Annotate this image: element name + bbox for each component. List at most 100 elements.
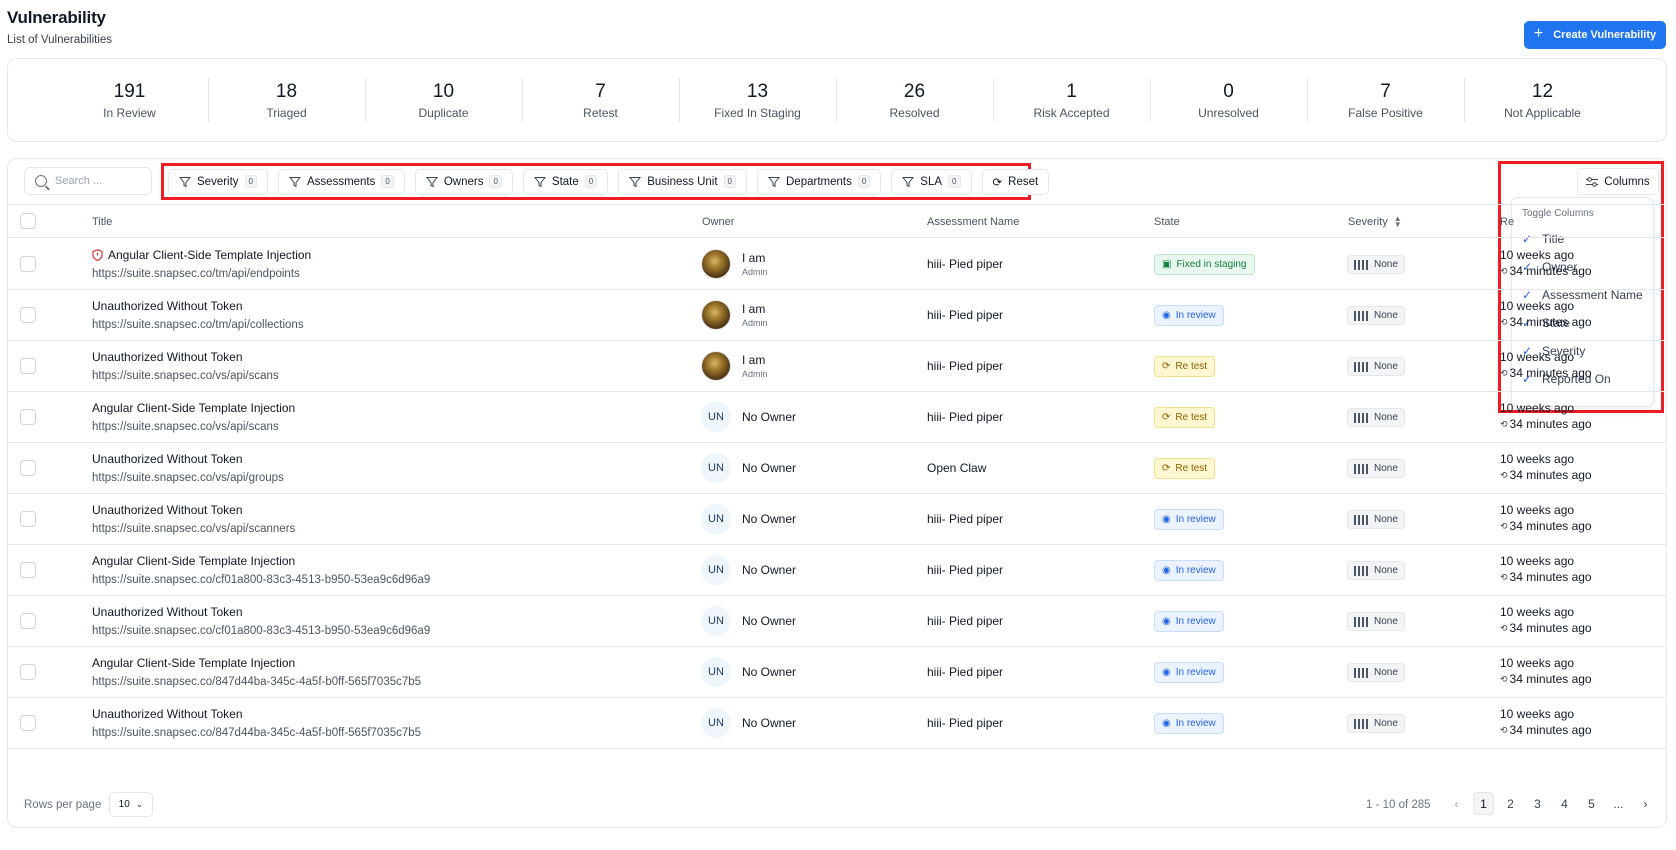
- row-checkbox[interactable]: [20, 664, 36, 680]
- refresh-icon: ⟲: [1500, 622, 1508, 633]
- owner-role: Admin: [742, 267, 768, 277]
- stat-label: Risk Accepted: [1033, 106, 1110, 120]
- filter-count-badge: 0: [381, 175, 394, 188]
- column-header-severity[interactable]: Severity ▲ ▼: [1348, 215, 1402, 229]
- vulnerability-title[interactable]: Unauthorized Without Token: [92, 452, 284, 466]
- vulnerability-title-text: Unauthorized Without Token: [92, 605, 243, 619]
- assessment-name[interactable]: hiii- Pied piper: [927, 359, 1003, 373]
- column-header-state[interactable]: State: [1154, 216, 1180, 228]
- column-header-assessment[interactable]: Assessment Name: [927, 216, 1019, 228]
- vulnerability-title[interactable]: Unauthorized Without Token: [92, 503, 295, 517]
- column-header-title[interactable]: Title: [92, 216, 112, 228]
- assessment-name[interactable]: hiii- Pied piper: [927, 665, 1003, 679]
- avatar-initials: UN: [701, 504, 731, 534]
- table-row[interactable]: Angular Client-Side Template Injection ht…: [8, 392, 1666, 443]
- table-row[interactable]: Unauthorized Without Token https://suite.…: [8, 494, 1666, 545]
- table-row[interactable]: Angular Client-Side Template Injection ht…: [8, 647, 1666, 698]
- updated-ago: ⟲ 34 minutes ago: [1500, 570, 1592, 584]
- columns-button[interactable]: Columns: [1577, 168, 1659, 195]
- updated-ago-text: 34 minutes ago: [1509, 417, 1592, 431]
- filter-departments-button[interactable]: Departments 0: [757, 168, 882, 195]
- stat-value: 10: [432, 81, 455, 102]
- vulnerability-title[interactable]: Angular Client-Side Template Injection: [92, 401, 295, 415]
- assessment-name[interactable]: Open Claw: [927, 461, 986, 475]
- row-checkbox[interactable]: [20, 256, 36, 272]
- assessment-name[interactable]: hiii- Pied piper: [927, 563, 1003, 577]
- table-row[interactable]: Angular Client-Side Template Injection ht…: [8, 239, 1666, 290]
- filter-business-unit-button[interactable]: Business Unit 0: [618, 168, 747, 195]
- refresh-icon: ⟲: [1500, 418, 1508, 429]
- page-4-button[interactable]: 4: [1554, 792, 1575, 815]
- vulnerability-title[interactable]: Angular Client-Side Template Injection: [92, 248, 311, 262]
- updated-ago: ⟲ 34 minutes ago: [1500, 723, 1592, 737]
- refresh-icon: ⟲: [1500, 367, 1508, 378]
- updated-ago: ⟲ 34 minutes ago: [1500, 468, 1592, 482]
- filter-label: Business Unit: [647, 175, 718, 188]
- assessment-name[interactable]: hiii- Pied piper: [927, 716, 1003, 730]
- filter-owners-button[interactable]: Owners 0: [414, 168, 513, 195]
- severity-bars-icon: [1354, 565, 1368, 576]
- rows-per-page-value: 10: [118, 799, 130, 810]
- severity-label: None: [1374, 616, 1398, 627]
- reported-cell: 10 weeks ago ⟲ 34 minutes ago: [1500, 299, 1592, 329]
- row-checkbox[interactable]: [20, 613, 36, 629]
- assessment-name[interactable]: hiii- Pied piper: [927, 512, 1003, 526]
- create-vulnerability-button[interactable]: + Create Vulnerability: [1524, 21, 1666, 49]
- filter-icon: [902, 176, 915, 187]
- select-all-checkbox[interactable]: [20, 213, 36, 229]
- search-input[interactable]: Search ...: [24, 167, 152, 195]
- vulnerability-title[interactable]: Angular Client-Side Template Injection: [92, 656, 421, 670]
- row-checkbox[interactable]: [20, 307, 36, 323]
- assessment-name[interactable]: hiii- Pied piper: [927, 410, 1003, 424]
- page-1-button[interactable]: 1: [1473, 792, 1494, 815]
- columns-button-label: Columns: [1604, 175, 1650, 188]
- page-2-button[interactable]: 2: [1500, 792, 1521, 815]
- page-5-button[interactable]: 5: [1581, 792, 1602, 815]
- table-row[interactable]: Unauthorized Without Token https://suite.…: [8, 443, 1666, 494]
- row-checkbox[interactable]: [20, 715, 36, 731]
- stat-value: 7: [595, 81, 606, 102]
- assessment-name[interactable]: hiii- Pied piper: [927, 614, 1003, 628]
- row-checkbox[interactable]: [20, 409, 36, 425]
- table-row[interactable]: Angular Client-Side Template Injection ht…: [8, 545, 1666, 596]
- column-header-reported[interactable]: Re: [1500, 216, 1514, 228]
- column-header-owner[interactable]: Owner: [702, 216, 734, 228]
- next-page-button[interactable]: ›: [1635, 792, 1656, 815]
- stat-value: 12: [1531, 81, 1554, 102]
- table-row[interactable]: Unauthorized Without Token https://suite.…: [8, 698, 1666, 749]
- vulnerability-title[interactable]: Angular Client-Side Template Injection: [92, 554, 430, 568]
- row-checkbox[interactable]: [20, 358, 36, 374]
- stat-value: 18: [275, 81, 298, 102]
- reported-on: 10 weeks ago: [1500, 452, 1575, 466]
- owner-name: No Owner: [742, 512, 797, 526]
- row-checkbox[interactable]: [20, 562, 36, 578]
- state-icon: ⟳: [1162, 412, 1171, 423]
- filter-assessments-button[interactable]: Assessments 0: [278, 168, 405, 195]
- updated-ago: ⟲ 34 minutes ago: [1500, 417, 1592, 431]
- table-row[interactable]: Unauthorized Without Token https://suite.…: [8, 596, 1666, 647]
- severity-bars-icon: [1354, 718, 1368, 729]
- title-cell: Angular Client-Side Template Injection ht…: [92, 656, 421, 688]
- vulnerability-title[interactable]: Unauthorized Without Token: [92, 299, 304, 313]
- row-checkbox[interactable]: [20, 460, 36, 476]
- filter-sla-button[interactable]: SLA 0: [891, 168, 972, 195]
- filter-severity-button[interactable]: Severity 0: [168, 168, 268, 195]
- vulnerability-url: https://suite.snapsec.co/vs/api/scanners: [92, 523, 296, 535]
- vulnerability-title[interactable]: Unauthorized Without Token: [92, 350, 279, 364]
- owner-name: No Owner: [742, 665, 797, 679]
- updated-ago-text: 34 minutes ago: [1509, 519, 1592, 533]
- previous-page-button[interactable]: ‹: [1446, 792, 1467, 815]
- vulnerability-title[interactable]: Unauthorized Without Token: [92, 605, 430, 619]
- vulnerability-title[interactable]: Unauthorized Without Token: [92, 707, 421, 721]
- assessment-name[interactable]: hiii- Pied piper: [927, 308, 1003, 322]
- filter-state-button[interactable]: State 0: [522, 168, 609, 195]
- table-row[interactable]: Unauthorized Without Token https://suite.…: [8, 290, 1666, 341]
- assessment-name[interactable]: hiii- Pied piper: [927, 257, 1003, 271]
- row-checkbox[interactable]: [20, 511, 36, 527]
- state-label: In review: [1175, 514, 1216, 525]
- page-3-button[interactable]: 3: [1527, 792, 1548, 815]
- reset-filters-button[interactable]: ⟳ Reset: [981, 168, 1050, 195]
- rows-per-page-select[interactable]: 10 ⌄: [109, 792, 153, 817]
- state-icon: ◉: [1162, 514, 1171, 525]
- table-row[interactable]: Unauthorized Without Token https://suite.…: [8, 341, 1666, 392]
